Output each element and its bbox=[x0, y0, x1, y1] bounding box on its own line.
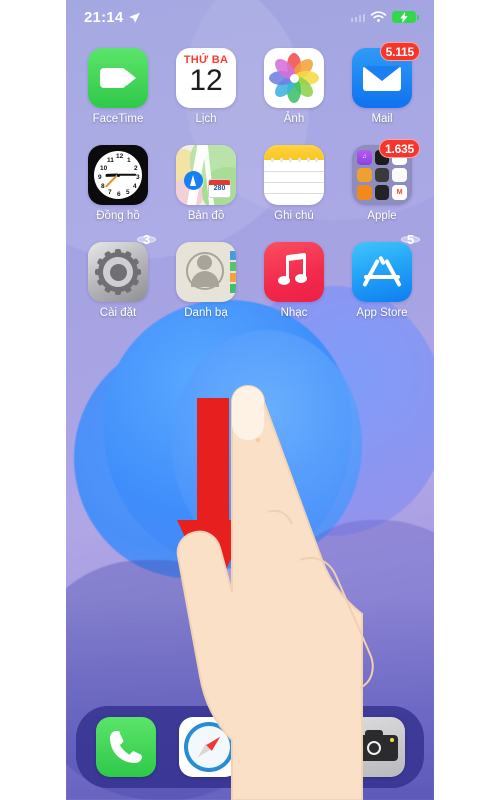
battery-charging-icon bbox=[392, 11, 419, 23]
mini-icon-gmail: M bbox=[392, 185, 407, 200]
mini-icon-apple-store bbox=[357, 167, 372, 183]
badge-messages: ! bbox=[310, 707, 330, 722]
photos-icon[interactable] bbox=[264, 48, 324, 108]
app-label: FaceTime bbox=[92, 113, 144, 125]
app-lich[interactable]: THỨ BA 12 Lịch bbox=[169, 48, 243, 125]
app-nhac[interactable]: Nhạc bbox=[257, 242, 331, 319]
app-row-1: FaceTime THỨ BA 12 Lịch Ảnh 5.115 Mail bbox=[66, 42, 434, 125]
mini-icon-reminders bbox=[392, 167, 407, 183]
phone-screen: 21:14 FaceTime THỨ BA 12 Lịch Ảnh 5.115 … bbox=[66, 0, 434, 800]
app-anh[interactable]: Ảnh bbox=[257, 48, 331, 125]
camera-icon[interactable] bbox=[344, 717, 405, 777]
app-label: Đồng hồ bbox=[96, 210, 140, 222]
status-bar: 21:14 bbox=[66, 0, 434, 34]
settings-icon[interactable]: 3 bbox=[88, 232, 156, 302]
app-label: Cài đặt bbox=[99, 307, 137, 319]
app-danh-ba[interactable]: Danh bạ bbox=[169, 242, 243, 319]
badge-apple-folder: 1.635 bbox=[378, 139, 420, 158]
app-row-3: 3 Cài đặt Danh bạ Nhạc 5 App Store bbox=[66, 232, 434, 319]
app-app-store[interactable]: 5 App Store bbox=[345, 232, 420, 319]
app-facetime[interactable]: FaceTime bbox=[81, 48, 155, 125]
safari-icon[interactable] bbox=[178, 717, 239, 777]
map-route-shield: 280 bbox=[208, 179, 231, 198]
status-bar-left: 21:14 bbox=[84, 9, 141, 26]
contacts-icon[interactable] bbox=[176, 242, 236, 302]
app-label: Ảnh bbox=[283, 113, 305, 125]
apple-folder-icon[interactable]: ♫ M 1.635 bbox=[352, 139, 420, 205]
page-dot-1[interactable] bbox=[230, 679, 238, 686]
dock-item-phone[interactable] bbox=[95, 717, 156, 777]
status-bar-right bbox=[350, 10, 419, 24]
app-label: Ghi chú bbox=[274, 210, 314, 222]
dock-item-safari[interactable] bbox=[178, 717, 239, 777]
app-dong-ho[interactable]: 12 1 2 3 4 5 6 7 8 9 10 11 Đồng hồ bbox=[81, 145, 155, 222]
mini-icon-wallet bbox=[374, 167, 390, 183]
calendar-day: 12 bbox=[189, 64, 223, 97]
app-ban-do[interactable]: 280 Bản đồ bbox=[169, 145, 243, 222]
maps-icon[interactable]: 280 bbox=[176, 145, 236, 205]
clock-icon[interactable]: 12 1 2 3 4 5 6 7 8 9 10 11 bbox=[88, 145, 148, 205]
badge-mail: 5.115 bbox=[379, 42, 420, 61]
page-dot-2[interactable] bbox=[246, 679, 254, 686]
mini-icon-stocks bbox=[374, 185, 390, 200]
wallpaper-shape-blue-1 bbox=[104, 300, 352, 568]
location-arrow-icon bbox=[129, 12, 141, 23]
app-label: Apple bbox=[367, 210, 397, 222]
app-label: Lịch bbox=[195, 113, 217, 125]
notes-icon[interactable] bbox=[264, 145, 324, 205]
page-dot-3[interactable] bbox=[262, 679, 270, 686]
app-label: Danh bạ bbox=[184, 307, 228, 319]
dock-item-camera[interactable] bbox=[344, 717, 405, 777]
badge-app-store: 5 bbox=[401, 232, 420, 247]
mini-icon-podcasts: ♫ bbox=[357, 150, 372, 165]
messages-icon[interactable]: ! bbox=[261, 707, 330, 777]
app-label: App Store bbox=[356, 307, 408, 319]
page-indicator[interactable] bbox=[66, 679, 434, 686]
app-cai-dat[interactable]: 3 Cài đặt bbox=[81, 232, 156, 319]
facetime-icon[interactable] bbox=[88, 48, 148, 108]
screenshot-stage: 21:14 FaceTime THỨ BA 12 Lịch Ảnh 5.115 … bbox=[0, 0, 500, 800]
app-ghi-chu[interactable]: Ghi chú bbox=[257, 145, 331, 222]
app-row-2: 12 1 2 3 4 5 6 7 8 9 10 11 Đồng hồ 280 B… bbox=[66, 139, 434, 222]
mini-icon-books bbox=[357, 185, 372, 200]
cellular-signal-icon bbox=[350, 13, 365, 22]
wallpaper-shape-blue-4 bbox=[172, 330, 362, 560]
app-label: Mail bbox=[371, 113, 393, 125]
dock: ! bbox=[76, 706, 424, 788]
wifi-icon bbox=[370, 10, 387, 22]
music-icon[interactable] bbox=[264, 242, 324, 302]
app-grid: FaceTime THỨ BA 12 Lịch Ảnh 5.115 Mail 1… bbox=[66, 42, 434, 339]
dock-item-messages[interactable]: ! bbox=[261, 707, 330, 777]
badge-settings: 3 bbox=[137, 232, 156, 247]
app-label: Bản đồ bbox=[187, 210, 225, 222]
mail-icon[interactable]: 5.115 bbox=[352, 42, 420, 108]
phone-icon[interactable] bbox=[95, 717, 156, 777]
app-label: Nhạc bbox=[280, 307, 308, 319]
app-mail[interactable]: 5.115 Mail bbox=[345, 42, 420, 125]
map-navigation-arrow bbox=[184, 171, 203, 190]
app-store-icon[interactable]: 5 bbox=[352, 232, 420, 302]
app-folder-apple[interactable]: ♫ M 1.635 Apple bbox=[345, 139, 420, 222]
wallpaper-shape-blue-3 bbox=[74, 338, 294, 578]
status-clock: 21:14 bbox=[84, 8, 124, 26]
calendar-icon[interactable]: THỨ BA 12 bbox=[176, 48, 236, 108]
